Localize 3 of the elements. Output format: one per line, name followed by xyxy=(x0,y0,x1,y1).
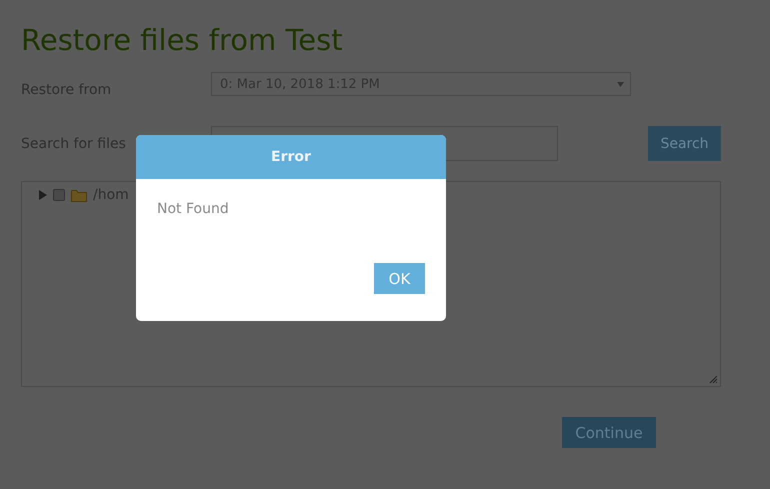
page-title: Restore files from Test xyxy=(21,22,344,59)
dialog-title: Error xyxy=(136,135,446,179)
error-message: Not Found xyxy=(157,201,230,217)
